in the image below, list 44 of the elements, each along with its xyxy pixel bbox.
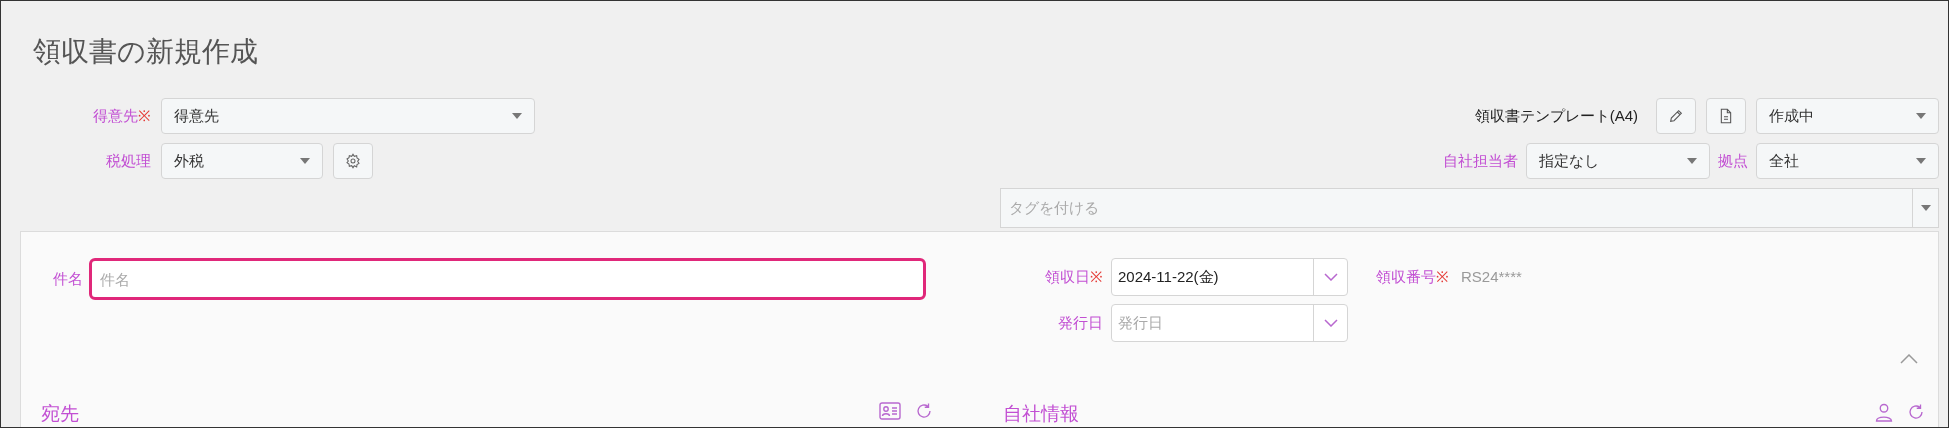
tag-dropdown-button[interactable] [1913,188,1939,228]
page-title: 領収書の新規作成 [33,35,258,69]
date-field[interactable]: 2024-11-22(金) [1111,258,1348,296]
tag-field[interactable]: タグを付ける [1000,188,1913,228]
icon-button[interactable] [1656,98,1696,134]
field-label: 税処理 [106,150,151,171]
section-title: 宛先 [41,402,79,426]
dropdown[interactable]: 指定なし [1526,143,1710,179]
caret-icon [512,113,522,119]
required-mark: ※ [138,105,151,126]
person-icon[interactable] [1875,402,1893,422]
section-title: 自社情報 [1003,402,1079,426]
dropdown[interactable]: 全社 [1756,143,1939,179]
chevron-down-icon [1323,319,1338,327]
caret-icon [1916,158,1926,164]
settings-icon [345,153,361,169]
document-icon [1719,108,1733,124]
field-label: 拠点 [1718,150,1748,171]
caret-icon [1687,158,1697,164]
required-mark: ※ [1090,266,1103,287]
refresh-icon[interactable] [915,402,933,420]
receipt-number: RS24**** [1461,266,1522,287]
dropdown[interactable]: 得意先 [161,98,535,134]
field-label: 得意先 [93,105,138,126]
icon-button[interactable] [333,143,373,179]
required-mark: ※ [1436,266,1449,287]
icon-button[interactable] [1706,98,1746,134]
field-label: 自社担当者 [1443,150,1518,171]
caret-icon [300,158,310,164]
dropdown[interactable]: 外税 [161,143,323,179]
field-label: 領収日 [1045,266,1090,287]
caret-icon [1916,113,1926,119]
chevron-down-icon [1323,273,1338,281]
collapse-icon[interactable] [1900,354,1918,364]
refresh-icon[interactable] [1907,403,1925,421]
dropdown[interactable]: 作成中 [1756,98,1939,134]
template-name: 領収書テンプレート(A4) [1474,105,1638,126]
field-label: 領収番号 [1376,266,1436,287]
id-card-icon[interactable] [879,402,901,420]
field-label: 発行日 [1058,312,1103,333]
subject-field[interactable]: 件名 [89,258,926,300]
pencil-icon [1668,108,1684,124]
field-label: 件名 [53,268,83,289]
caret-icon [1920,205,1931,211]
